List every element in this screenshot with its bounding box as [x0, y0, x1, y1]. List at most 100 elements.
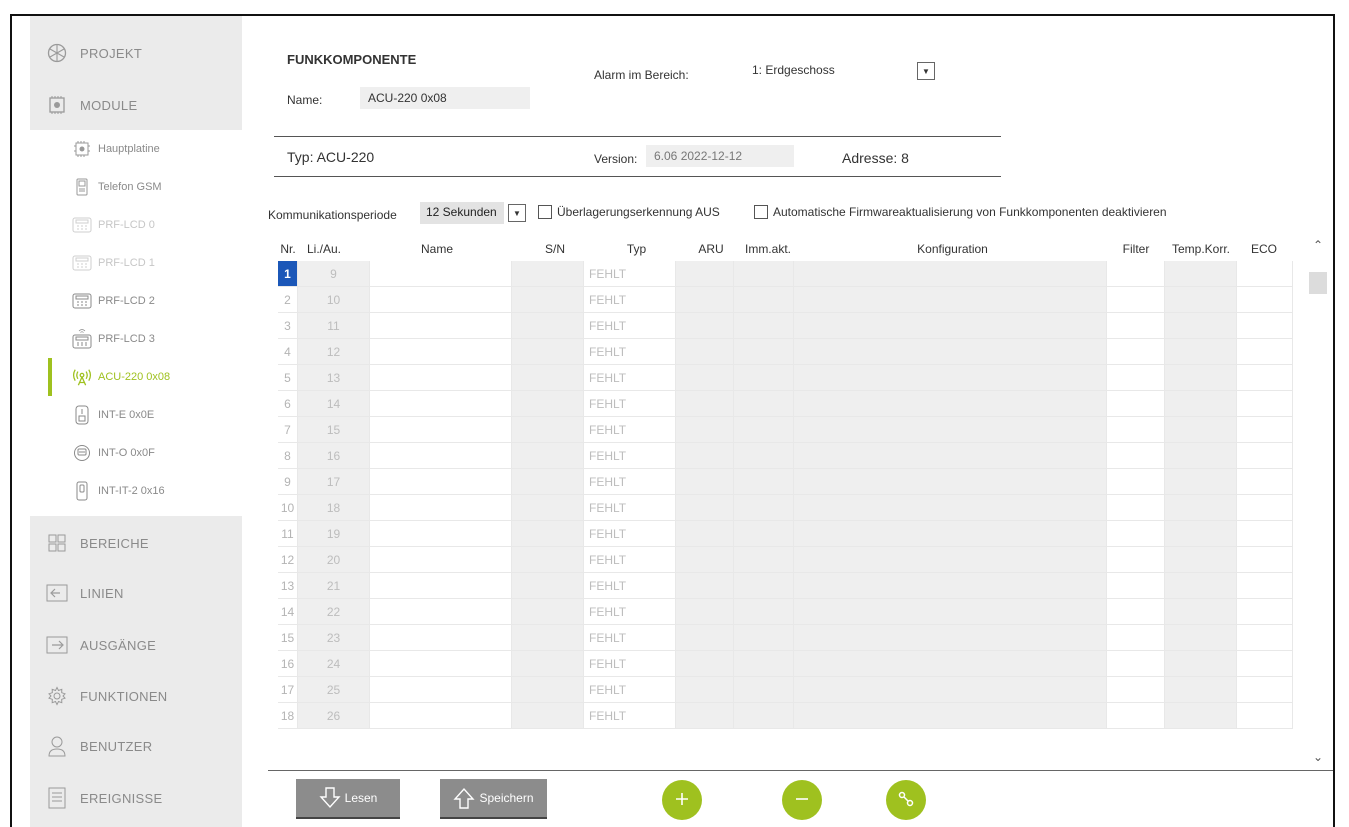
chevron-down-icon[interactable]: ⌄	[1309, 750, 1327, 764]
table-cell[interactable]	[676, 651, 734, 677]
table-cell[interactable]	[1237, 391, 1293, 417]
sidebar-item-funktionen[interactable]: FUNKTIONEN	[30, 671, 242, 721]
sidebar-item-prf-lcd-2[interactable]: PRF-LCD 2	[30, 282, 242, 320]
table-cell[interactable]	[794, 469, 1107, 495]
table-row[interactable]: 13 21 FEHLT	[278, 573, 1293, 599]
table-row[interactable]: 4 12 FEHLT	[278, 339, 1293, 365]
table-cell[interactable]	[512, 625, 584, 651]
table-cell[interactable]	[512, 599, 584, 625]
table-cell[interactable]	[1107, 495, 1165, 521]
sidebar-item-bereiche[interactable]: BEREICHE	[30, 518, 242, 568]
table-cell[interactable]	[1165, 573, 1237, 599]
table-cell[interactable]: FEHLT	[584, 469, 676, 495]
table-cell[interactable]	[1237, 547, 1293, 573]
table-cell[interactable]	[512, 469, 584, 495]
table-cell[interactable]	[1107, 391, 1165, 417]
table-cell[interactable]	[676, 677, 734, 703]
table-cell[interactable]	[370, 599, 512, 625]
table-cell[interactable]	[512, 365, 584, 391]
table-row[interactable]: 1 9 FEHLT	[278, 261, 1293, 287]
table-row[interactable]: 16 24 FEHLT	[278, 651, 1293, 677]
chevron-down-icon[interactable]: ▼	[917, 62, 935, 80]
table-cell[interactable]: FEHLT	[584, 495, 676, 521]
table-cell[interactable]	[370, 495, 512, 521]
sidebar-item-linien[interactable]: LINIEN	[30, 568, 242, 618]
column-header[interactable]: Typ	[591, 236, 682, 261]
scrollbar-thumb[interactable]	[1309, 272, 1327, 294]
table-cell[interactable]	[734, 313, 794, 339]
table-cell[interactable]	[512, 651, 584, 677]
table-cell[interactable]	[1165, 651, 1237, 677]
column-header[interactable]: ARU	[682, 236, 740, 261]
table-cell[interactable]	[512, 521, 584, 547]
table-cell[interactable]: 22	[298, 599, 370, 625]
table-cell[interactable]	[1237, 521, 1293, 547]
alarm-select[interactable]: 1: Erdgeschoss	[752, 63, 835, 77]
table-cell[interactable]	[1237, 287, 1293, 313]
sidebar-item-module[interactable]: MODULE	[30, 80, 242, 130]
table-cell[interactable]: 13	[298, 365, 370, 391]
table-cell[interactable]	[512, 443, 584, 469]
table-cell[interactable]	[734, 339, 794, 365]
table-cell[interactable]	[370, 391, 512, 417]
table-cell[interactable]: 10	[278, 495, 298, 521]
column-header[interactable]: Filter	[1107, 236, 1165, 261]
table-cell[interactable]: 14	[298, 391, 370, 417]
table-cell[interactable]	[512, 287, 584, 313]
table-cell[interactable]	[794, 677, 1107, 703]
table-cell[interactable]	[794, 391, 1107, 417]
table-cell[interactable]	[512, 495, 584, 521]
table-cell[interactable]	[512, 417, 584, 443]
table-cell[interactable]	[1165, 547, 1237, 573]
table-cell[interactable]	[676, 625, 734, 651]
table-cell[interactable]	[1165, 625, 1237, 651]
table-cell[interactable]: 19	[298, 521, 370, 547]
table-cell[interactable]: FEHLT	[584, 651, 676, 677]
table-cell[interactable]: 1	[278, 261, 298, 287]
sidebar-item-int-it-2[interactable]: INT-IT-2 0x16	[30, 472, 242, 510]
table-cell[interactable]	[370, 651, 512, 677]
table-cell[interactable]	[370, 625, 512, 651]
table-cell[interactable]	[676, 391, 734, 417]
sidebar-item-prf-lcd-3[interactable]: PRF-LCD 3	[30, 320, 242, 358]
table-cell[interactable]: FEHLT	[584, 287, 676, 313]
table-cell[interactable]	[512, 261, 584, 287]
table-cell[interactable]	[370, 547, 512, 573]
table-cell[interactable]: 7	[278, 417, 298, 443]
table-cell[interactable]	[1165, 443, 1237, 469]
table-cell[interactable]	[1107, 365, 1165, 391]
table-cell[interactable]	[1165, 391, 1237, 417]
column-header[interactable]: Li./Au.	[298, 236, 350, 261]
table-cell[interactable]	[512, 547, 584, 573]
table-row[interactable]: 9 17 FEHLT	[278, 469, 1293, 495]
table-cell[interactable]: 16	[298, 443, 370, 469]
read-button[interactable]: Lesen	[296, 779, 400, 819]
table-cell[interactable]	[734, 287, 794, 313]
table-cell[interactable]: 18	[278, 703, 298, 729]
table-cell[interactable]: 8	[278, 443, 298, 469]
link-button[interactable]	[886, 780, 926, 820]
name-field[interactable]: ACU-220 0x08	[360, 87, 530, 109]
table-cell[interactable]: 10	[298, 287, 370, 313]
sidebar-item-benutzer[interactable]: BENUTZER	[30, 721, 242, 771]
table-cell[interactable]	[1237, 261, 1293, 287]
table-cell[interactable]: FEHLT	[584, 625, 676, 651]
table-cell[interactable]	[794, 261, 1107, 287]
column-header[interactable]: Nr.	[278, 236, 298, 261]
table-cell[interactable]	[734, 573, 794, 599]
table-cell[interactable]: FEHLT	[584, 261, 676, 287]
table-cell[interactable]: 15	[298, 417, 370, 443]
table-cell[interactable]: 11	[278, 521, 298, 547]
table-cell[interactable]	[370, 703, 512, 729]
table-cell[interactable]	[1237, 625, 1293, 651]
table-cell[interactable]: FEHLT	[584, 313, 676, 339]
table-cell[interactable]	[676, 703, 734, 729]
table-cell[interactable]	[1165, 599, 1237, 625]
table-cell[interactable]	[676, 287, 734, 313]
table-cell[interactable]	[794, 547, 1107, 573]
table-cell[interactable]	[1165, 677, 1237, 703]
table-cell[interactable]	[1107, 651, 1165, 677]
sidebar-item-int-e[interactable]: INT-E 0x0E	[30, 396, 242, 434]
table-cell[interactable]	[794, 651, 1107, 677]
table-row[interactable]: 18 26 FEHLT	[278, 703, 1293, 729]
